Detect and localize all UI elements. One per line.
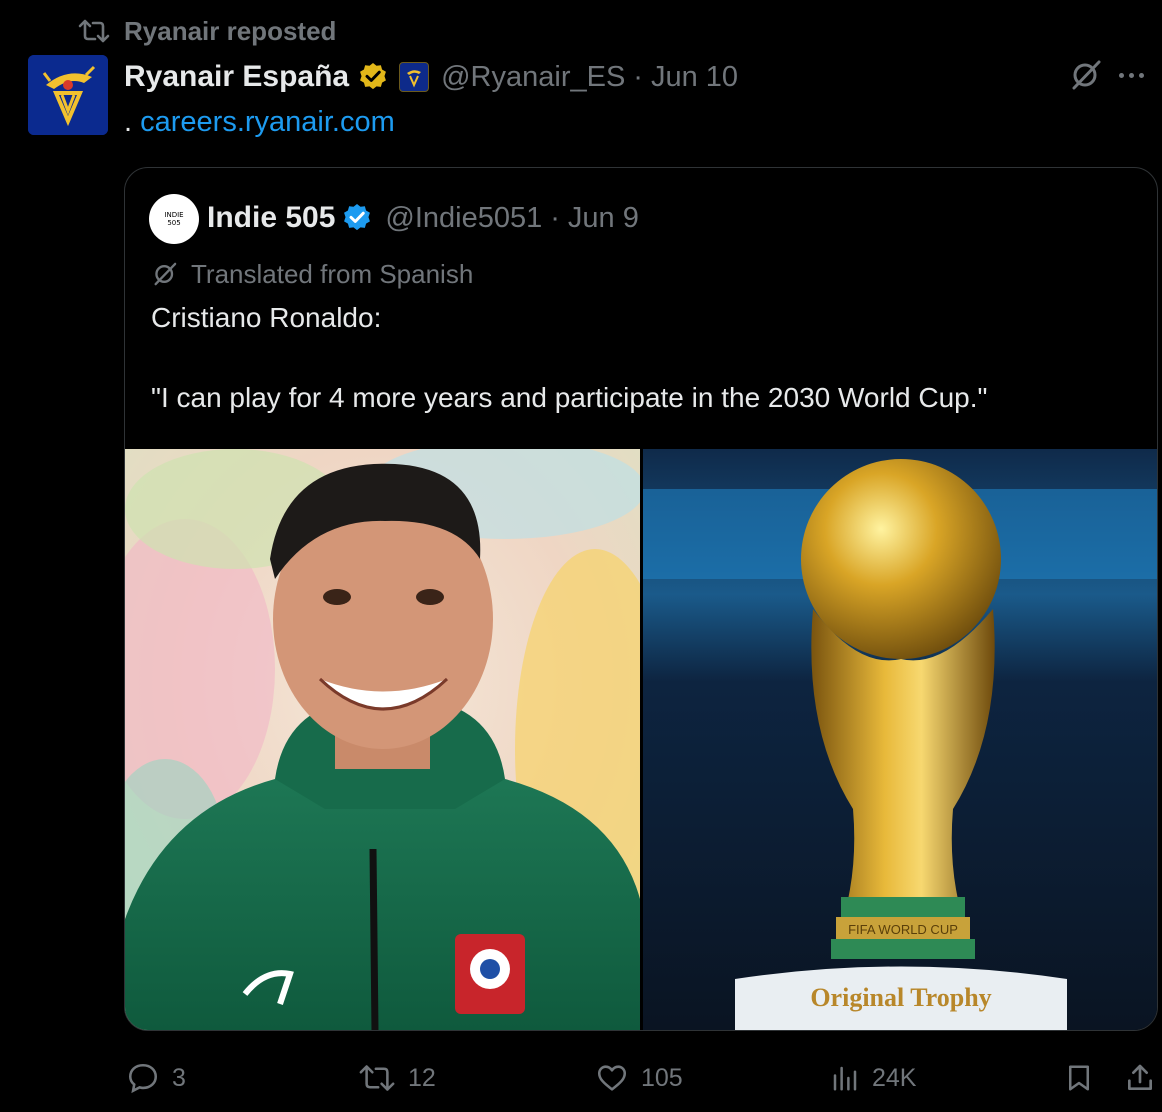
share-button[interactable] [1124,1058,1156,1098]
bookmark-icon [1069,1065,1089,1091]
quoted-text-line1: Cristiano Ronaldo: [151,302,382,333]
translated-label: Translated from Spanish [191,258,474,289]
verified-blue-icon[interactable] [341,202,373,234]
translated-indicator: Translated from Spanish [151,256,473,292]
meta-separator: · [633,60,643,93]
quoted-display-name[interactable]: Indie 505 [207,201,335,235]
repost-icon [78,19,110,43]
repost-button[interactable]: 12 [358,1058,436,1098]
like-icon [597,1065,627,1091]
bookmark-button[interactable] [1064,1058,1094,1098]
reply-icon [128,1063,158,1094]
views-count: 24K [872,1063,917,1092]
ryanair-logo-icon [28,55,108,135]
media-image-player[interactable] [125,449,640,1030]
grok-icon[interactable] [1068,57,1104,93]
like-button[interactable]: 105 [595,1058,683,1098]
quoted-post[interactable]: INDIE 505 Indie 505 @Indie5051 · Jun 9 T… [124,167,1158,1031]
verified-gold-icon[interactable] [357,61,389,93]
more-icon[interactable] [1114,62,1148,88]
careers-link[interactable]: careers.ryanair.com [140,106,395,138]
views-button[interactable]: 24K [830,1058,916,1098]
reply-count: 3 [172,1063,186,1092]
post-header: Ryanair España @Ryanair_ES · Jun 10 [124,55,738,99]
author-handle[interactable]: @Ryanair_ES [441,61,625,94]
media-image-trophy[interactable]: FIFA WORLD CUP Original Trophy [643,449,1157,1030]
trophy-band-text: FIFA WORLD CUP [848,922,958,937]
repost-label: Ryanair reposted [124,15,337,46]
quoted-author-avatar[interactable]: INDIE 505 [149,194,199,244]
repost-action-icon [359,1065,395,1091]
author-display-name[interactable]: Ryanair España [124,60,349,94]
quoted-header: Indie 505 @Indie5051 · Jun 9 [207,196,639,240]
author-avatar[interactable] [28,55,108,135]
reply-button[interactable]: 3 [126,1058,186,1098]
quoted-date[interactable]: Jun 9 [568,202,639,235]
affiliate-badge-icon[interactable] [399,62,430,92]
trophy-caption: Original Trophy [810,983,991,1012]
post-text: . careers.ryanair.com [124,106,395,139]
avatar-text-line1: INDIE [164,211,184,219]
quoted-handle[interactable]: @Indie5051 [385,202,542,235]
quoted-text: Cristiano Ronaldo: "I can play for 4 mor… [151,298,1131,418]
avatar-text-line2: 505 [167,219,181,227]
share-icon [1128,1064,1152,1090]
post-text-prefix: . [124,106,133,138]
quoted-text-line2: "I can play for 4 more years and partici… [151,382,988,413]
quoted-meta-separator: · [550,201,560,234]
repost-indicator[interactable]: Ryanair reposted [78,14,336,48]
translate-icon [154,262,177,286]
repost-count: 12 [408,1063,436,1092]
trophy-photo: FIFA WORLD CUP Original Trophy [643,449,1157,1030]
like-count: 105 [641,1063,683,1092]
player-photo [125,449,640,1030]
post-date[interactable]: Jun 10 [651,61,738,94]
views-icon [833,1066,857,1091]
